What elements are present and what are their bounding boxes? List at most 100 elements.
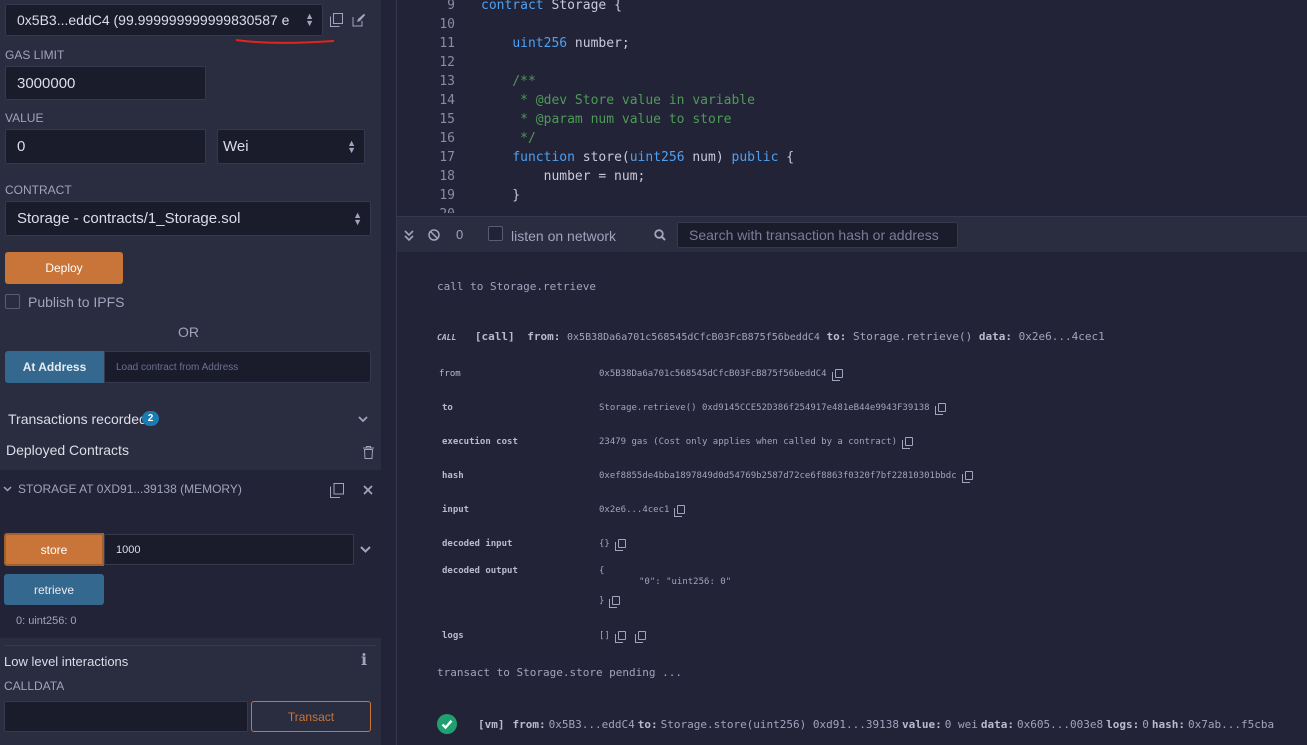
vm-summary[interactable]: [vm] from: 0x5B3...eddC4 to: Storage.sto… [437, 714, 1274, 734]
detail-value-text: } [599, 596, 605, 606]
detail-key-execution-cost: execution cost [442, 437, 518, 447]
chevron-down-icon[interactable] [358, 543, 372, 555]
detail-value-decoded-output: { [599, 566, 605, 576]
code-line[interactable]: 17 function store(uint256 num) public { [397, 148, 1307, 167]
publish-ipfs-label: Publish to IPFS [28, 294, 125, 310]
line-number: 11 [439, 36, 455, 51]
gas-limit-input[interactable]: 3000000 [5, 66, 206, 100]
retrieve-button[interactable]: retrieve [4, 574, 104, 605]
vm-value-label: value: [902, 717, 942, 731]
double-chevron-down-icon[interactable] [403, 227, 415, 243]
copy-icon[interactable] [614, 631, 626, 643]
store-button[interactable]: store [4, 533, 104, 566]
code-line[interactable]: 20 [397, 205, 1307, 213]
detail-key-logs: logs [442, 631, 464, 641]
code-editor[interactable]: 9 contract Storage {10 11 uint256 number; 1… [397, 0, 1307, 213]
line-number: 20 [397, 207, 455, 213]
code-line[interactable]: 11 uint256 number; [397, 34, 1307, 53]
code-line[interactable]: 12 [397, 53, 1307, 72]
run-deploy-panel: 0x5B3...eddC4 (99.999999999999830587 e ▲… [0, 0, 381, 745]
code-line[interactable]: 15 * @param num value to store [397, 110, 1307, 129]
edit-icon[interactable] [350, 10, 368, 30]
pending-count: 0 [456, 227, 464, 242]
line-number: 16 [439, 131, 455, 146]
select-arrows-icon: ▲ ▼ [305, 11, 314, 28]
code-line[interactable]: 19 } [397, 186, 1307, 205]
trash-icon[interactable] [360, 444, 376, 460]
code-text: } [481, 188, 521, 203]
copy-icon[interactable] [831, 369, 843, 381]
copy-icon[interactable] [614, 539, 626, 551]
vm-to: Storage.store(uint256) 0xd91...39138 [660, 717, 900, 731]
chevron-down-icon[interactable] [2, 484, 12, 494]
line-number: 15 [439, 112, 455, 127]
copy-icon[interactable] [634, 631, 646, 643]
detail-value-hash: 0xef8855de4bba1897849d0d54769b2587d72ce6… [599, 471, 973, 483]
value-label: VALUE [5, 111, 44, 125]
value-input[interactable]: 0 [5, 129, 206, 164]
listen-network-checkbox[interactable] [488, 226, 503, 241]
detail-value-text: 0xef8855de4bba1897849d0d54769b2587d72ce6… [599, 471, 957, 481]
detail-key-to: to [442, 403, 453, 413]
close-icon[interactable] [362, 483, 374, 497]
detail-value-logs: [] [599, 631, 646, 643]
terminal-search-input[interactable]: Search with transaction hash or address [677, 222, 958, 248]
clear-console-icon[interactable] [427, 227, 441, 243]
copy-address-icon[interactable] [329, 481, 345, 499]
copy-icon[interactable] [934, 403, 946, 415]
vm-data: 0x605...003e8 [1017, 717, 1104, 731]
contract-select[interactable]: Storage - contracts/1_Storage.sol ▲ ▼ [5, 201, 371, 236]
contract-value: Storage - contracts/1_Storage.sol [17, 210, 241, 227]
code-line[interactable]: 9 contract Storage { [397, 0, 1307, 15]
calldata-input[interactable] [4, 701, 248, 732]
code-line[interactable]: 10 [397, 15, 1307, 34]
store-input[interactable]: 1000 [104, 534, 354, 565]
call-summary[interactable]: CALL [call] from: 0x5B38Da6a701c568545dC… [437, 330, 1105, 343]
detail-value-execution-cost: 23479 gas (Cost only applies when called… [599, 437, 914, 449]
pending-line: transact to Storage.store pending ... [437, 666, 683, 679]
or-separator: OR [178, 324, 199, 340]
code-text: number = num; [481, 169, 646, 184]
copy-icon[interactable] [609, 596, 621, 608]
call-data: 0x2e6...4cec1 [1018, 330, 1105, 343]
terminal-toolbar: 0 listen on network Search with transact… [397, 216, 1307, 252]
code-line[interactable]: 14 * @dev Store value in variable [397, 91, 1307, 110]
vm-logs: 0 [1142, 717, 1149, 731]
deploy-button[interactable]: Deploy [5, 252, 123, 284]
code-line[interactable]: 16 */ [397, 129, 1307, 148]
copy-icon[interactable] [961, 471, 973, 483]
copy-icon[interactable] [902, 437, 914, 449]
terminal-output: call to Storage.retrieve CALL [call] fro… [397, 252, 1307, 745]
account-select[interactable]: 0x5B3...eddC4 (99.999999999999830587 e ▲… [5, 4, 323, 36]
at-address-button[interactable]: At Address [5, 351, 104, 383]
line-number: 12 [439, 55, 455, 70]
panel-divider[interactable] [381, 0, 397, 745]
detail-value-text: 23479 gas (Cost only applies when called… [599, 437, 898, 447]
info-icon[interactable]: i [361, 650, 367, 669]
publish-ipfs-checkbox[interactable] [5, 294, 20, 309]
vm-from-label: from: [512, 717, 546, 731]
transact-button[interactable]: Transact [251, 701, 371, 732]
detail-value-input: 0x2e6...4cec1 [599, 505, 686, 517]
code-line[interactable]: 13 /** [397, 72, 1307, 91]
chevron-down-icon[interactable] [355, 412, 371, 426]
copy-icon[interactable] [674, 505, 686, 517]
decoded-output-inner: "0": "uint256: 0" [639, 577, 732, 587]
vm-tag: [vm] [478, 717, 505, 731]
code-line[interactable]: 18 number = num; [397, 167, 1307, 186]
line-number: 9 [447, 0, 455, 13]
line-number: 13 [439, 74, 455, 89]
line-number: 18 [439, 169, 455, 184]
detail-key-decoded-output: decoded output [442, 566, 518, 576]
vm-data-label: data: [980, 717, 1015, 731]
copy-account-icon[interactable] [327, 10, 345, 30]
select-arrows-icon: ▲ ▼ [353, 209, 362, 227]
detail-value-text: 0x5B38Da6a701c568545dCfcB03FcB875f56bedd… [599, 369, 827, 379]
detail-value-text: [] [599, 631, 610, 641]
value-unit-select[interactable]: Wei ▲ ▼ [217, 129, 365, 164]
at-address-input[interactable]: Load contract from Address [104, 351, 371, 383]
call-prefix: [call] [474, 330, 515, 343]
detail-value-decoded-input: {} [599, 539, 626, 551]
decoded-output-close: } [599, 596, 621, 608]
code-text: * @dev Store value in variable [481, 93, 755, 108]
